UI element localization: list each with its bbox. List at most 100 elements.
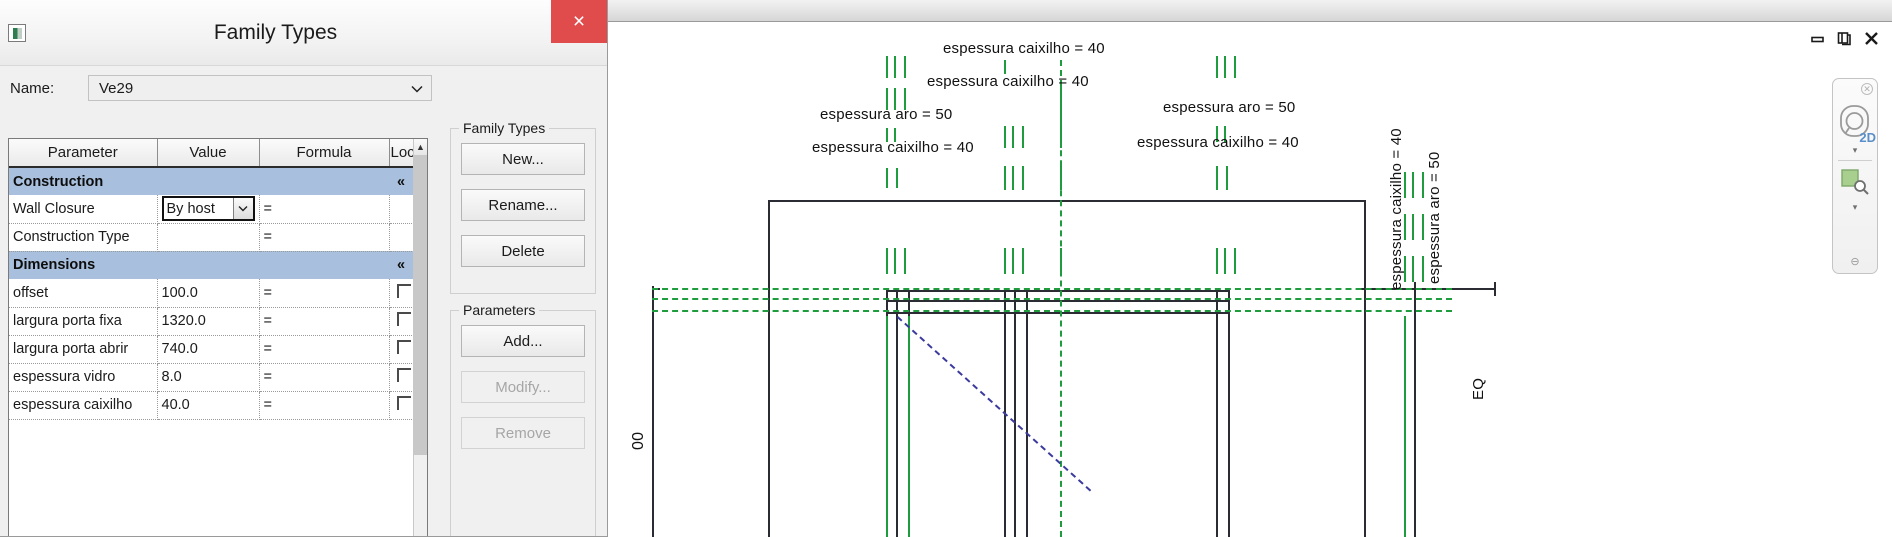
dimension-line xyxy=(652,298,1452,300)
cell-parameter[interactable]: largura porta fixa xyxy=(9,307,158,336)
table-row[interactable]: espessura caixilho 40.0 = xyxy=(9,391,414,420)
rename-type-button[interactable]: Rename... xyxy=(461,189,585,221)
cell-formula[interactable]: = xyxy=(259,195,390,224)
new-type-button[interactable]: New... xyxy=(461,143,585,175)
cell-formula[interactable]: = xyxy=(259,279,390,308)
lock-icon[interactable] xyxy=(396,283,411,298)
column-header-lock[interactable]: Lock xyxy=(389,139,422,168)
dimension-tick xyxy=(1012,248,1014,274)
geometry-line xyxy=(886,312,1230,314)
cell-parameter[interactable]: Construction Type xyxy=(9,223,158,252)
lock-icon[interactable] xyxy=(396,368,411,382)
column-header-formula[interactable]: Formula xyxy=(259,139,390,168)
cell-lock[interactable] xyxy=(389,223,414,252)
geometry-line xyxy=(768,200,770,537)
dialog-title: Family Types xyxy=(213,21,338,44)
lock-icon[interactable] xyxy=(396,312,411,326)
cell-lock[interactable] xyxy=(389,195,414,224)
steering-wheel-label: 2D xyxy=(1859,130,1876,145)
lock-icon[interactable] xyxy=(396,396,411,410)
zoom-dropdown-icon[interactable]: ▾ xyxy=(1853,203,1858,212)
steering-wheel-dropdown-icon[interactable]: ▾ xyxy=(1853,146,1858,155)
family-types-dialog[interactable]: Family Types × Name: Ve29 Parameter Valu… xyxy=(0,0,608,537)
dialog-titlebar: Family Types × xyxy=(0,0,607,66)
dimension-tick xyxy=(1422,172,1424,198)
drawing-canvas[interactable]: ✕ 2D ▾ ▾ ⊖ 00 espessura caixilho = 40 es… xyxy=(608,0,1892,537)
cell-parameter[interactable]: espessura vidro xyxy=(9,363,158,392)
group-collapse-icon[interactable]: « xyxy=(389,167,413,195)
table-row[interactable]: largura porta abrir 740.0 = xyxy=(9,335,414,364)
cell-value[interactable]: 100.0 xyxy=(157,279,260,308)
navigation-bar[interactable]: ✕ 2D ▾ ▾ ⊖ xyxy=(1832,78,1878,274)
dimension-tick xyxy=(1004,166,1006,190)
lock-icon[interactable] xyxy=(396,340,411,354)
cell-value[interactable]: 40.0 xyxy=(157,391,260,420)
cell-lock[interactable] xyxy=(389,279,414,308)
cell-formula[interactable]: = xyxy=(259,223,390,252)
cad-annotation: espessura caixilho = 40 xyxy=(812,139,974,156)
value-combobox[interactable]: By host xyxy=(161,196,255,222)
cell-lock[interactable] xyxy=(389,335,414,364)
restore-icon[interactable] xyxy=(1836,30,1853,47)
dimension-tick xyxy=(1216,248,1218,274)
cell-parameter[interactable]: espessura caixilho xyxy=(9,391,158,420)
chevron-down-icon[interactable] xyxy=(232,198,253,220)
cell-lock[interactable] xyxy=(389,391,414,420)
cell-lock[interactable] xyxy=(389,363,414,392)
cell-formula[interactable]: = xyxy=(259,335,390,364)
canvas-top-strip xyxy=(608,0,1892,22)
close-icon[interactable] xyxy=(1863,30,1880,47)
cell-formula[interactable]: = xyxy=(259,391,390,420)
minus-circle-icon[interactable]: ⊖ xyxy=(1850,255,1859,268)
cell-lock[interactable] xyxy=(389,307,414,336)
cell-formula[interactable]: = xyxy=(259,363,390,392)
table-row[interactable]: Wall Closure By host = xyxy=(9,195,414,224)
table-group-row[interactable]: Dimensions « xyxy=(9,251,413,279)
cell-value[interactable]: By host xyxy=(157,195,260,224)
scrollbar-thumb[interactable] xyxy=(414,155,427,455)
cell-value[interactable]: 1320.0 xyxy=(157,307,260,336)
geometry-line xyxy=(1228,290,1230,537)
table-row[interactable]: largura porta fixa 1320.0 = xyxy=(9,307,414,336)
chevron-down-icon[interactable] xyxy=(411,76,423,102)
group-collapse-icon[interactable]: « xyxy=(389,251,413,279)
dimension-tick xyxy=(1012,166,1014,190)
cell-parameter[interactable]: offset xyxy=(9,279,158,308)
dialog-close-button[interactable]: × xyxy=(551,0,607,43)
scroll-up-icon[interactable]: ▲ xyxy=(414,139,427,155)
table-row[interactable]: offset 100.0 = xyxy=(9,279,414,308)
table-group-row[interactable]: Construction « xyxy=(9,167,413,195)
steering-wheel-icon[interactable]: 2D xyxy=(1837,103,1876,145)
dimension-tick xyxy=(1022,166,1024,190)
minimize-icon[interactable] xyxy=(1809,30,1826,47)
cell-parameter[interactable]: Wall Closure xyxy=(9,195,158,224)
geometry-line xyxy=(652,286,654,537)
add-parameter-button[interactable]: Add... xyxy=(461,325,585,357)
parameters-table[interactable]: Parameter Value Formula Lock Constructio… xyxy=(8,138,428,536)
table-row[interactable]: espessura vidro 8.0 = xyxy=(9,363,414,392)
dimension-tick xyxy=(894,56,896,78)
name-combobox[interactable]: Ve29 xyxy=(88,75,432,101)
geometry-line xyxy=(768,200,1366,202)
table-row[interactable]: Construction Type = xyxy=(9,223,414,252)
geometry-line xyxy=(1216,290,1218,537)
scrollbar-track[interactable] xyxy=(414,455,427,536)
delete-type-button[interactable]: Delete xyxy=(461,235,585,267)
cell-formula[interactable]: = xyxy=(259,307,390,336)
cell-value[interactable]: 8.0 xyxy=(157,363,260,392)
dimension-tick xyxy=(886,248,888,274)
cell-value[interactable]: 740.0 xyxy=(157,335,260,364)
cell-value[interactable] xyxy=(157,223,260,252)
column-header-value[interactable]: Value xyxy=(157,139,260,168)
geometry-line xyxy=(896,290,898,537)
dimension-tick xyxy=(1022,248,1024,274)
column-header-parameter[interactable]: Parameter xyxy=(9,139,158,168)
dimension-tick xyxy=(1422,214,1424,240)
navbar-close-icon[interactable]: ✕ xyxy=(1861,83,1873,95)
parameters-panel-legend: Parameters xyxy=(459,302,540,318)
dimension-tick xyxy=(1004,126,1006,148)
cell-parameter[interactable]: largura porta abrir xyxy=(9,335,158,364)
table-scrollbar[interactable]: ▲ xyxy=(413,139,427,536)
dimension-line xyxy=(1414,282,1416,537)
zoom-window-icon[interactable] xyxy=(1840,168,1870,201)
